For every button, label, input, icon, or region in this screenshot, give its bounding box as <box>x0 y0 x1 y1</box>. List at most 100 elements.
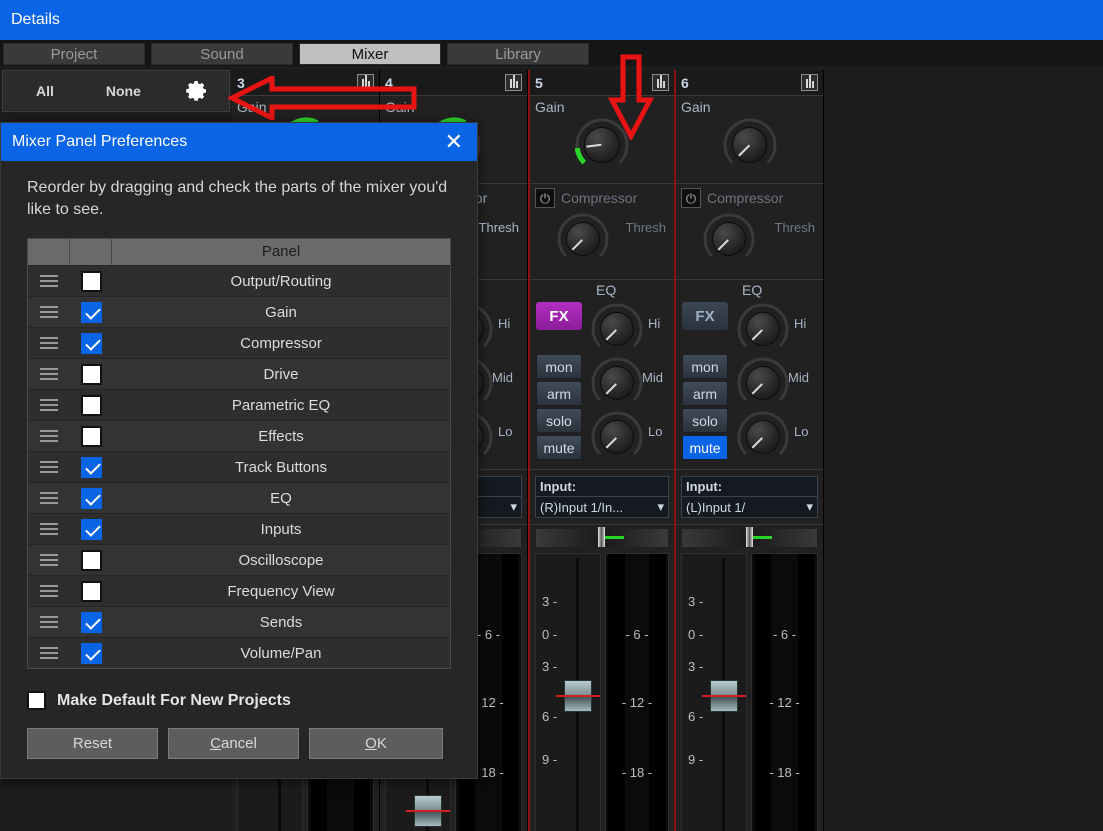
reset-button[interactable]: Reset <box>27 728 158 760</box>
tab-library[interactable]: Library <box>447 43 589 65</box>
channel-header[interactable]: 6 <box>676 70 823 96</box>
panel-row[interactable]: EQ <box>28 482 450 514</box>
drag-handle-icon[interactable] <box>28 275 70 288</box>
panel-row[interactable]: Track Buttons <box>28 451 450 483</box>
panel-checkbox-cell[interactable] <box>70 580 112 602</box>
panel-checkbox-cell[interactable] <box>70 456 112 478</box>
ok-button[interactable]: OK <box>309 728 443 760</box>
drag-handle-icon[interactable] <box>28 554 70 567</box>
input-box[interactable]: Input: (L)Input 1/ ▾ <box>681 476 818 518</box>
channel-header[interactable]: 3 <box>232 70 379 96</box>
mixer-fader-icon[interactable] <box>505 74 522 91</box>
panel-checkbox[interactable] <box>80 425 102 447</box>
drag-handle-icon[interactable] <box>28 461 70 474</box>
mixer-fader-icon[interactable] <box>357 74 374 91</box>
panel-row[interactable]: Drive <box>28 358 450 390</box>
panel-checkbox-cell[interactable] <box>70 301 112 323</box>
panel-checkbox[interactable] <box>80 301 102 323</box>
panel-checkbox[interactable] <box>80 363 102 385</box>
chevron-down-icon[interactable]: ▾ <box>510 499 517 515</box>
pan-handle[interactable] <box>745 527 753 547</box>
tab-project[interactable]: Project <box>3 43 145 65</box>
input-select[interactable]: (L)Input 1/ ▾ <box>682 496 817 517</box>
panel-row[interactable]: Inputs <box>28 513 450 545</box>
power-icon[interactable]: ⏻ <box>681 188 701 208</box>
panel-checkbox[interactable] <box>80 580 102 602</box>
cancel-button[interactable]: Cancel <box>168 728 299 760</box>
make-default-checkbox[interactable] <box>27 691 46 711</box>
panel-checkbox-cell[interactable] <box>70 518 112 540</box>
channel-header[interactable]: 4 <box>380 70 527 96</box>
power-icon[interactable]: ⏻ <box>535 188 555 208</box>
channel-header[interactable]: 5 <box>530 70 674 96</box>
arm-button[interactable]: arm <box>682 381 728 406</box>
solo-button[interactable]: solo <box>682 408 728 433</box>
none-button[interactable]: None <box>106 83 141 99</box>
fader-handle[interactable] <box>702 680 746 712</box>
input-box[interactable]: Input: (R)Input 1/In... ▾ <box>535 476 669 518</box>
mute-button[interactable]: mute <box>536 435 582 460</box>
drag-handle-icon[interactable] <box>28 523 70 536</box>
panel-checkbox-cell[interactable] <box>70 487 112 509</box>
rotary-knob[interactable] <box>722 117 778 173</box>
chevron-down-icon[interactable]: ▾ <box>806 499 813 515</box>
pan-handle[interactable] <box>598 527 605 547</box>
mon-button[interactable]: mon <box>682 354 728 379</box>
panel-checkbox-cell[interactable] <box>70 270 112 292</box>
panel-checkbox[interactable] <box>80 642 102 664</box>
mon-button[interactable]: mon <box>536 354 582 379</box>
panel-checkbox-cell[interactable] <box>70 394 112 416</box>
panel-checkbox-cell[interactable] <box>70 549 112 571</box>
tab-mixer[interactable]: Mixer <box>299 43 441 65</box>
channel-strip-5[interactable]: 5 Gain ⏻ Compressor Thresh EQ FX mon arm solo mute… <box>528 70 676 831</box>
panel-checkbox[interactable] <box>80 518 102 540</box>
solo-button[interactable]: solo <box>536 408 582 433</box>
panel-row[interactable]: Output/Routing <box>28 265 450 297</box>
drag-handle-icon[interactable] <box>28 492 70 505</box>
panel-checkbox[interactable] <box>80 394 102 416</box>
pan-slider[interactable] <box>676 525 823 549</box>
arm-button[interactable]: arm <box>536 381 582 406</box>
panel-row[interactable]: Effects <box>28 420 450 452</box>
panel-checkbox[interactable] <box>80 270 102 292</box>
panel-checkbox-cell[interactable] <box>70 611 112 633</box>
drag-handle-icon[interactable] <box>28 337 70 350</box>
drag-handle-icon[interactable] <box>28 585 70 598</box>
panel-row[interactable]: Volume/Pan <box>28 637 450 669</box>
panel-checkbox-cell[interactable] <box>70 642 112 664</box>
panel-row[interactable]: Gain <box>28 296 450 328</box>
panel-checkbox-cell[interactable] <box>70 425 112 447</box>
fader-handle[interactable] <box>406 795 450 828</box>
mixer-fader-icon[interactable] <box>652 74 669 91</box>
panel-checkbox-cell[interactable] <box>70 363 112 385</box>
drag-handle-icon[interactable] <box>28 647 70 660</box>
panel-checkbox[interactable] <box>80 332 102 354</box>
volume-fader[interactable]: 3 - 0 - 3 - 6 - 9 - <box>535 553 601 831</box>
gear-icon[interactable] <box>185 79 209 103</box>
fx-button[interactable]: FX <box>536 302 582 330</box>
volume-fader[interactable]: 3 - 0 - 3 - 6 - 9 - <box>681 553 747 831</box>
fader-handle[interactable] <box>556 680 600 712</box>
panel-checkbox[interactable] <box>80 456 102 478</box>
panel-row[interactable]: Oscilloscope <box>28 544 450 576</box>
mute-button[interactable]: mute <box>682 435 728 460</box>
chevron-down-icon[interactable]: ▾ <box>657 499 664 515</box>
panel-checkbox[interactable] <box>80 549 102 571</box>
all-button[interactable]: All <box>36 83 54 99</box>
drag-handle-icon[interactable] <box>28 430 70 443</box>
rotary-knob[interactable] <box>574 117 630 173</box>
pan-slider[interactable] <box>530 525 674 549</box>
channel-strip-6[interactable]: 6 Gain ⏻ Compressor Thresh EQ FX mon arm solo mute… <box>676 70 824 831</box>
close-icon[interactable]: ✕ <box>445 131 463 153</box>
drag-handle-icon[interactable] <box>28 399 70 412</box>
panel-row[interactable]: Frequency View <box>28 575 450 607</box>
panel-checkbox[interactable] <box>80 487 102 509</box>
panel-row[interactable]: Parametric EQ <box>28 389 450 421</box>
panel-row[interactable]: Sends <box>28 606 450 638</box>
tab-sound[interactable]: Sound <box>151 43 293 65</box>
fx-button[interactable]: FX <box>682 302 728 330</box>
drag-handle-icon[interactable] <box>28 306 70 319</box>
make-default-row[interactable]: Make Default For New Projects <box>27 691 477 711</box>
drag-handle-icon[interactable] <box>28 616 70 629</box>
input-select[interactable]: (R)Input 1/In... ▾ <box>536 496 668 517</box>
